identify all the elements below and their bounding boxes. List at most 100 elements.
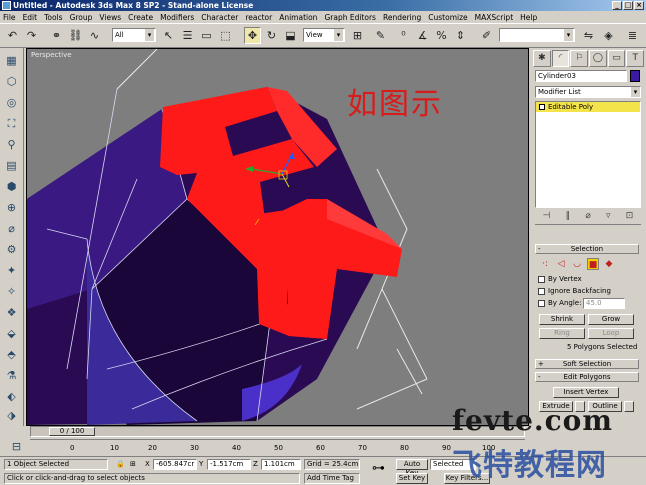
align-icon[interactable]: ◈: [600, 27, 617, 44]
menu-create[interactable]: Create: [128, 13, 153, 22]
perspective-viewport[interactable]: Perspective 如图示: [26, 48, 529, 426]
toolbar-icon-4[interactable]: ⛶: [3, 115, 20, 132]
time-slider[interactable]: 0 / 100: [30, 426, 525, 437]
minimize-button[interactable]: _: [612, 1, 622, 10]
toolbar-icon-15[interactable]: ⬘: [3, 346, 20, 363]
pin-stack-icon[interactable]: ⊣: [543, 211, 551, 224]
auto-key-button[interactable]: Auto Key: [396, 459, 428, 477]
object-color-swatch[interactable]: [630, 70, 640, 82]
time-slider-thumb[interactable]: 0 / 100: [49, 427, 95, 436]
menu-tools[interactable]: Tools: [44, 13, 62, 22]
undo-icon[interactable]: ↶: [4, 27, 21, 44]
menu-maxscript[interactable]: MAXScript: [475, 13, 514, 22]
select-link-icon[interactable]: ⚭: [48, 27, 65, 44]
z-coordinate-field[interactable]: 1.101cm: [261, 459, 301, 470]
menu-rendering[interactable]: Rendering: [383, 13, 421, 22]
toolbar-icon-16[interactable]: ⚗: [3, 367, 20, 384]
toolbar-icon-6[interactable]: ▤: [3, 157, 20, 174]
select-by-name-icon[interactable]: ☰: [179, 27, 196, 44]
menu-help[interactable]: Help: [520, 13, 537, 22]
toolbar-icon-1[interactable]: ▦: [3, 52, 20, 69]
by-vertex-checkbox[interactable]: [538, 276, 545, 283]
configure-sets-icon[interactable]: ⊡: [626, 211, 634, 224]
toolbar-icon-8[interactable]: ⊕: [3, 199, 20, 216]
grow-button[interactable]: Grow: [588, 314, 634, 325]
select-manipulate-icon[interactable]: ✎: [372, 27, 389, 44]
soft-selection-rollout-header[interactable]: + Soft Selection: [535, 359, 639, 369]
select-and-rotate-icon[interactable]: ↻: [263, 27, 280, 44]
insert-vertex-button[interactable]: Insert Vertex: [553, 387, 619, 398]
menu-group[interactable]: Group: [70, 13, 93, 22]
show-end-result-icon[interactable]: ‖: [566, 211, 571, 224]
toolbar-icon-5[interactable]: ⚲: [3, 136, 20, 153]
polygon-icon[interactable]: ■: [587, 258, 599, 270]
reference-coordinate-dropdown[interactable]: View: [303, 28, 345, 42]
angle-snap-icon[interactable]: ∡: [414, 27, 431, 44]
loop-button[interactable]: Loop: [588, 328, 634, 339]
select-object-icon[interactable]: ↖: [160, 27, 177, 44]
named-selection-icon[interactable]: ✐: [478, 27, 495, 44]
bind-space-warp-icon[interactable]: ∿: [86, 27, 103, 44]
toolbar-icon-13[interactable]: ❖: [3, 304, 20, 321]
set-key-button[interactable]: Set Key: [396, 473, 428, 484]
x-coordinate-field[interactable]: -605.847cr: [153, 459, 197, 470]
object-name-field[interactable]: Cylinder03: [535, 70, 627, 82]
maximize-button[interactable]: □: [623, 1, 633, 10]
snap-toggle-icon[interactable]: ⁰: [395, 27, 412, 44]
utilities-icon[interactable]: T: [626, 50, 645, 67]
add-time-tag-button[interactable]: Add Time Tag: [304, 473, 360, 484]
selection-filter-dropdown[interactable]: All: [112, 28, 156, 42]
motion-icon[interactable]: ◯: [589, 50, 607, 67]
toolbar-icon-3[interactable]: ◎: [3, 94, 20, 111]
menu-graph-editors[interactable]: Graph Editors: [324, 13, 376, 22]
named-selection-dropdown[interactable]: [499, 28, 575, 42]
by-angle-checkbox[interactable]: [538, 300, 545, 307]
element-icon[interactable]: ◆: [603, 258, 615, 270]
by-angle-value[interactable]: 45.0: [583, 298, 625, 309]
stack-item-editable-poly[interactable]: Editable Poly: [536, 102, 640, 112]
toolbar-icon-11[interactable]: ✦: [3, 262, 20, 279]
edge-icon[interactable]: ◁: [555, 258, 567, 270]
create-icon[interactable]: ✱: [533, 50, 551, 67]
toolbar-icon-10[interactable]: ⚙: [3, 241, 20, 258]
menu-file[interactable]: File: [3, 13, 16, 22]
menu-reactor[interactable]: reactor: [245, 13, 272, 22]
ring-button[interactable]: Ring: [539, 328, 585, 339]
absolute-mode-icon[interactable]: ⊞: [130, 459, 136, 470]
toolbar-icon-7[interactable]: ⬢: [3, 178, 20, 195]
redo-icon[interactable]: ↷: [23, 27, 40, 44]
hierarchy-icon[interactable]: ⚐: [570, 50, 589, 67]
key-icon[interactable]: ⊶: [372, 462, 385, 475]
spinner-snap-icon[interactable]: ⇕: [452, 27, 469, 44]
modify-icon[interactable]: ◜: [551, 50, 570, 67]
ignore-backfacing-checkbox[interactable]: [538, 288, 545, 295]
toolbar-icon-17[interactable]: ⬖: [3, 388, 20, 405]
make-unique-icon[interactable]: ⌀: [585, 211, 590, 224]
vertex-icon[interactable]: ·:: [539, 258, 551, 270]
layer-manager-icon[interactable]: ≣: [624, 27, 641, 44]
rect-selection-icon[interactable]: ▭: [198, 27, 215, 44]
menu-modifiers[interactable]: Modifiers: [160, 13, 194, 22]
menu-edit[interactable]: Edit: [23, 13, 38, 22]
pivot-center-icon[interactable]: ⊞: [349, 27, 366, 44]
lightbulb-icon[interactable]: [539, 104, 545, 110]
toolbar-icon-12[interactable]: ✧: [3, 283, 20, 300]
edit-polygons-rollout-header[interactable]: - Edit Polygons: [535, 372, 639, 382]
lock-selection-icon[interactable]: 🔒: [116, 459, 125, 470]
app-icon[interactable]: [2, 1, 11, 10]
mirror-icon[interactable]: ⇋: [580, 27, 597, 44]
menu-animation[interactable]: Animation: [279, 13, 317, 22]
track-bar[interactable]: 0 10 20 30 40 50 60 70 80 90 100: [30, 439, 525, 455]
select-and-scale-icon[interactable]: ⬓: [282, 27, 299, 44]
selection-rollout-header[interactable]: - Selection: [535, 244, 639, 254]
select-and-move-icon[interactable]: ✥: [244, 27, 261, 44]
menu-customize[interactable]: Customize: [428, 13, 467, 22]
unlink-icon[interactable]: ⛓: [67, 27, 84, 44]
y-coordinate-field[interactable]: -1.517cm: [207, 459, 251, 470]
remove-modifier-icon[interactable]: ▿: [606, 211, 611, 224]
display-icon[interactable]: ▭: [607, 50, 626, 67]
toolbar-icon-18[interactable]: ⬗: [3, 407, 20, 424]
outline-settings-button[interactable]: [624, 401, 634, 412]
toolbar-icon-14[interactable]: ⬙: [3, 325, 20, 342]
shrink-button[interactable]: Shrink: [539, 314, 585, 325]
